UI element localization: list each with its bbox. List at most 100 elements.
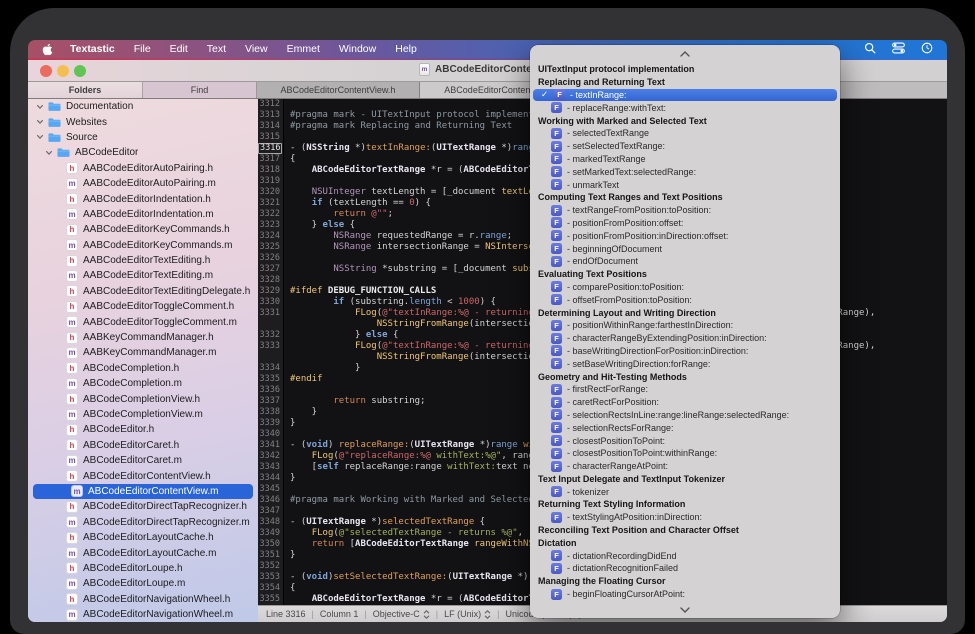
code-line[interactable]: { [284, 583, 295, 594]
sidebar-folder-documentation[interactable]: Documentation [28, 99, 258, 114]
disclosure-chevron-icon[interactable] [44, 149, 53, 157]
symbol-item-closestpositiontopoint[interactable]: ✓F - closestPositionToPoint: [530, 434, 840, 447]
symbol-item-unmarktext[interactable]: ✓F - unmarkText [530, 178, 840, 191]
sidebar-folder-source[interactable]: Source [28, 130, 258, 145]
code-line[interactable]: { [284, 154, 295, 165]
symbol-item-selectionrectsinlinerangelinerangeselectedrange[interactable]: ✓F - selectionRectsInLine:range:lineRange… [530, 409, 840, 422]
symbol-item-caretrectforposition[interactable]: ✓F - caretRectForPosition: [530, 396, 840, 409]
code-line[interactable] [284, 429, 290, 440]
symbol-item-selectedtextrange[interactable]: ✓F - selectedTextRange [530, 127, 840, 140]
status-lf-unix-[interactable]: LF (Unix) [444, 609, 491, 619]
code-line[interactable]: - (NSString *)textInRange:(UITextRange *… [284, 143, 539, 154]
sidebar-file-aabcodeeditortextediting.h[interactable]: h AABCodeEditorTextEditing.h [28, 253, 258, 268]
menu-emmet[interactable]: Emmet [287, 43, 320, 55]
symbol-item-setmarkedtextselectedrange[interactable]: ✓F - setMarkedText:selectedRange: [530, 165, 840, 178]
menu-edit[interactable]: Edit [170, 43, 188, 55]
clock-icon[interactable] [921, 42, 933, 57]
symbol-item-comparepositiontoposition[interactable]: ✓F - comparePosition:toPosition: [530, 281, 840, 294]
symbol-item-beginfloatingcursoratpoint[interactable]: ✓F - beginFloatingCursorAtPoint: [530, 588, 840, 601]
code-line[interactable]: #pragma mark Working with Marked and Sel… [284, 495, 561, 506]
symbol-item-beginningofdocument[interactable]: ✓F - beginningOfDocument [530, 242, 840, 255]
symbol-item-dictationrecognitionfailed[interactable]: ✓F - dictationRecognitionFailed [530, 562, 840, 575]
symbol-item-markedtextrange[interactable]: ✓F - markedTextRange [530, 153, 840, 166]
code-line[interactable]: - (UITextRange *)selectedTextRange { [284, 517, 485, 528]
code-line[interactable]: } [284, 407, 317, 418]
code-line[interactable]: #pragma mark - UITextInput protocol impl… [284, 110, 561, 121]
symbol-item-textrangefrompositiontoposition[interactable]: ✓F - textRangeFromPosition:toPosition: [530, 204, 840, 217]
symbol-item-endofdocument[interactable]: ✓F - endOfDocument [530, 255, 840, 268]
code-line[interactable]: #pragma mark Replacing and Returning Tex… [284, 121, 512, 132]
disclosure-chevron-icon[interactable] [35, 118, 44, 126]
menu-file[interactable]: File [134, 43, 151, 55]
sidebar-file-abcodecompletionview.m[interactable]: m ABCodeCompletionView.m [28, 407, 258, 422]
code-line[interactable]: } [284, 550, 295, 561]
symbol-item-setbasewritingdirectionforrange[interactable]: ✓F - setBaseWritingDirection:forRange: [530, 357, 840, 370]
menu-view[interactable]: View [245, 43, 268, 55]
sidebar-file-abcodecompletion.h[interactable]: h ABCodeCompletion.h [28, 361, 258, 376]
code-line[interactable] [284, 275, 290, 286]
sidebar-file-abcodeeditorloupe.h[interactable]: h ABCodeEditorLoupe.h [28, 561, 258, 576]
code-line[interactable] [284, 506, 290, 517]
sidebar-file-abcodeeditorcontentview.m[interactable]: m ABCodeEditorContentView.m [33, 483, 253, 500]
scroll-up-indicator[interactable] [530, 45, 840, 62]
minimize-window-button[interactable] [57, 65, 69, 77]
search-icon[interactable] [864, 42, 876, 57]
scroll-down-indicator[interactable] [530, 601, 840, 618]
symbol-item-basewritingdirectionforpositionindirection[interactable]: ✓F - baseWritingDirectionForPosition:inDi… [530, 345, 840, 358]
sidebar-file-aabcodeeditorautopairing.m[interactable]: m AABCodeEditorAutoPairing.m [28, 176, 258, 191]
sidebar-file-abcodeeditorloupe.m[interactable]: m ABCodeEditorLoupe.m [28, 576, 258, 591]
sidebar-file-aabcodeeditortextediting.m[interactable]: m AABCodeEditorTextEditing.m [28, 268, 258, 283]
menu-textastic[interactable]: Textastic [70, 43, 115, 55]
sidebar-file-aabcodeeditortogglecomment.h[interactable]: h AABCodeEditorToggleComment.h [28, 299, 258, 314]
symbol-item-closestpositiontopointwithinrange[interactable]: ✓F - closestPositionToPoint:withinRange: [530, 447, 840, 460]
close-window-button[interactable] [40, 65, 52, 77]
sidebar-file-aabcodeeditorkeycommands.h[interactable]: h AABCodeEditorKeyCommands.h [28, 222, 258, 237]
sidebar-file-abcodeeditorcontentview.h[interactable]: h ABCodeEditorContentView.h [28, 468, 258, 483]
code-line[interactable] [284, 561, 290, 572]
sidebar-file-aabkeycommandmanager.h[interactable]: h AABKeyCommandManager.h [28, 330, 258, 345]
file-tree-sidebar[interactable]: Documentation Websites Source ABCodeEditor h… [28, 99, 258, 622]
tab-folders[interactable]: Folders [28, 82, 143, 98]
symbol-item-dictationrecordingdidend[interactable]: ✓F - dictationRecordingDidEnd [530, 549, 840, 562]
sidebar-file-abcodeeditornavigationwheel.h[interactable]: h ABCodeEditorNavigationWheel.h [28, 592, 258, 607]
sidebar-file-abcodeeditorcaret.m[interactable]: m ABCodeEditorCaret.m [28, 453, 258, 468]
symbol-item-positionfrompositionindirectionoffset[interactable]: ✓F - positionFromPosition:inDirection:off… [530, 229, 840, 242]
control-center-icon[interactable] [892, 42, 905, 57]
sidebar-file-abcodeeditorlayoutcache.h[interactable]: h ABCodeEditorLayoutCache.h [28, 530, 258, 545]
tab-editor-header-file[interactable]: ABCodeEditorContentView.h [257, 82, 420, 98]
code-line[interactable]: return @""; [284, 209, 393, 220]
symbol-item-firstrectforrange[interactable]: ✓F - firstRectForRange: [530, 383, 840, 396]
sidebar-file-abcodeeditorlayoutcache.m[interactable]: m ABCodeEditorLayoutCache.m [28, 545, 258, 560]
code-line[interactable]: } [284, 473, 295, 484]
code-line[interactable] [284, 385, 290, 396]
code-line[interactable]: return substring; [284, 396, 425, 407]
stepper-icon[interactable] [484, 609, 491, 619]
symbol-item-positionfrompositionoffset[interactable]: ✓F - positionFromPosition:offset: [530, 217, 840, 230]
sidebar-folder-websites[interactable]: Websites [28, 114, 258, 129]
code-line[interactable]: } else { [284, 220, 355, 231]
code-line[interactable]: NSUInteger textLength = [_document textL… [284, 187, 567, 198]
zoom-window-button[interactable] [74, 65, 86, 77]
sidebar-file-abcodecompletionview.h[interactable]: h ABCodeCompletionView.h [28, 391, 258, 406]
code-line[interactable]: #ifdef DEBUG_FUNCTION_CALLS [284, 286, 436, 297]
sidebar-file-aabcodeeditortexteditingdelegate.h[interactable]: h AABCodeEditorTextEditingDelegate.h [28, 284, 258, 299]
status-objective-c[interactable]: Objective-C [373, 609, 430, 619]
symbol-item-offsetfrompositiontoposition[interactable]: ✓F - offsetFromPosition:toPosition: [530, 293, 840, 306]
code-line[interactable] [284, 253, 290, 264]
disclosure-chevron-icon[interactable] [35, 103, 44, 111]
menu-window[interactable]: Window [339, 43, 376, 55]
code-line[interactable] [284, 132, 290, 143]
menu-help[interactable]: Help [395, 43, 417, 55]
code-line[interactable] [284, 99, 290, 110]
sidebar-file-aabcodeeditorindentation.m[interactable]: m AABCodeEditorIndentation.m [28, 207, 258, 222]
sidebar-file-aabcodeeditorautopairing.h[interactable]: h AABCodeEditorAutoPairing.h [28, 161, 258, 176]
code-line[interactable]: } [284, 363, 360, 374]
sidebar-folder-abcodeeditor[interactable]: ABCodeEditor [28, 145, 258, 160]
sidebar-file-abcodeeditordirecttaprecognizer.m[interactable]: m ABCodeEditorDirectTapRecognizer.m [28, 515, 258, 530]
symbol-item-selectionrectsforrange[interactable]: ✓F - selectionRectsForRange: [530, 421, 840, 434]
sidebar-file-abcodeeditor.h[interactable]: h ABCodeEditor.h [28, 422, 258, 437]
stepper-icon[interactable] [423, 609, 430, 619]
code-line[interactable] [284, 484, 290, 495]
disclosure-chevron-icon[interactable] [35, 133, 44, 141]
symbol-item-characterrangebyextendingpositionindirection[interactable]: ✓F - characterRangeByExtendingPosition:in… [530, 332, 840, 345]
